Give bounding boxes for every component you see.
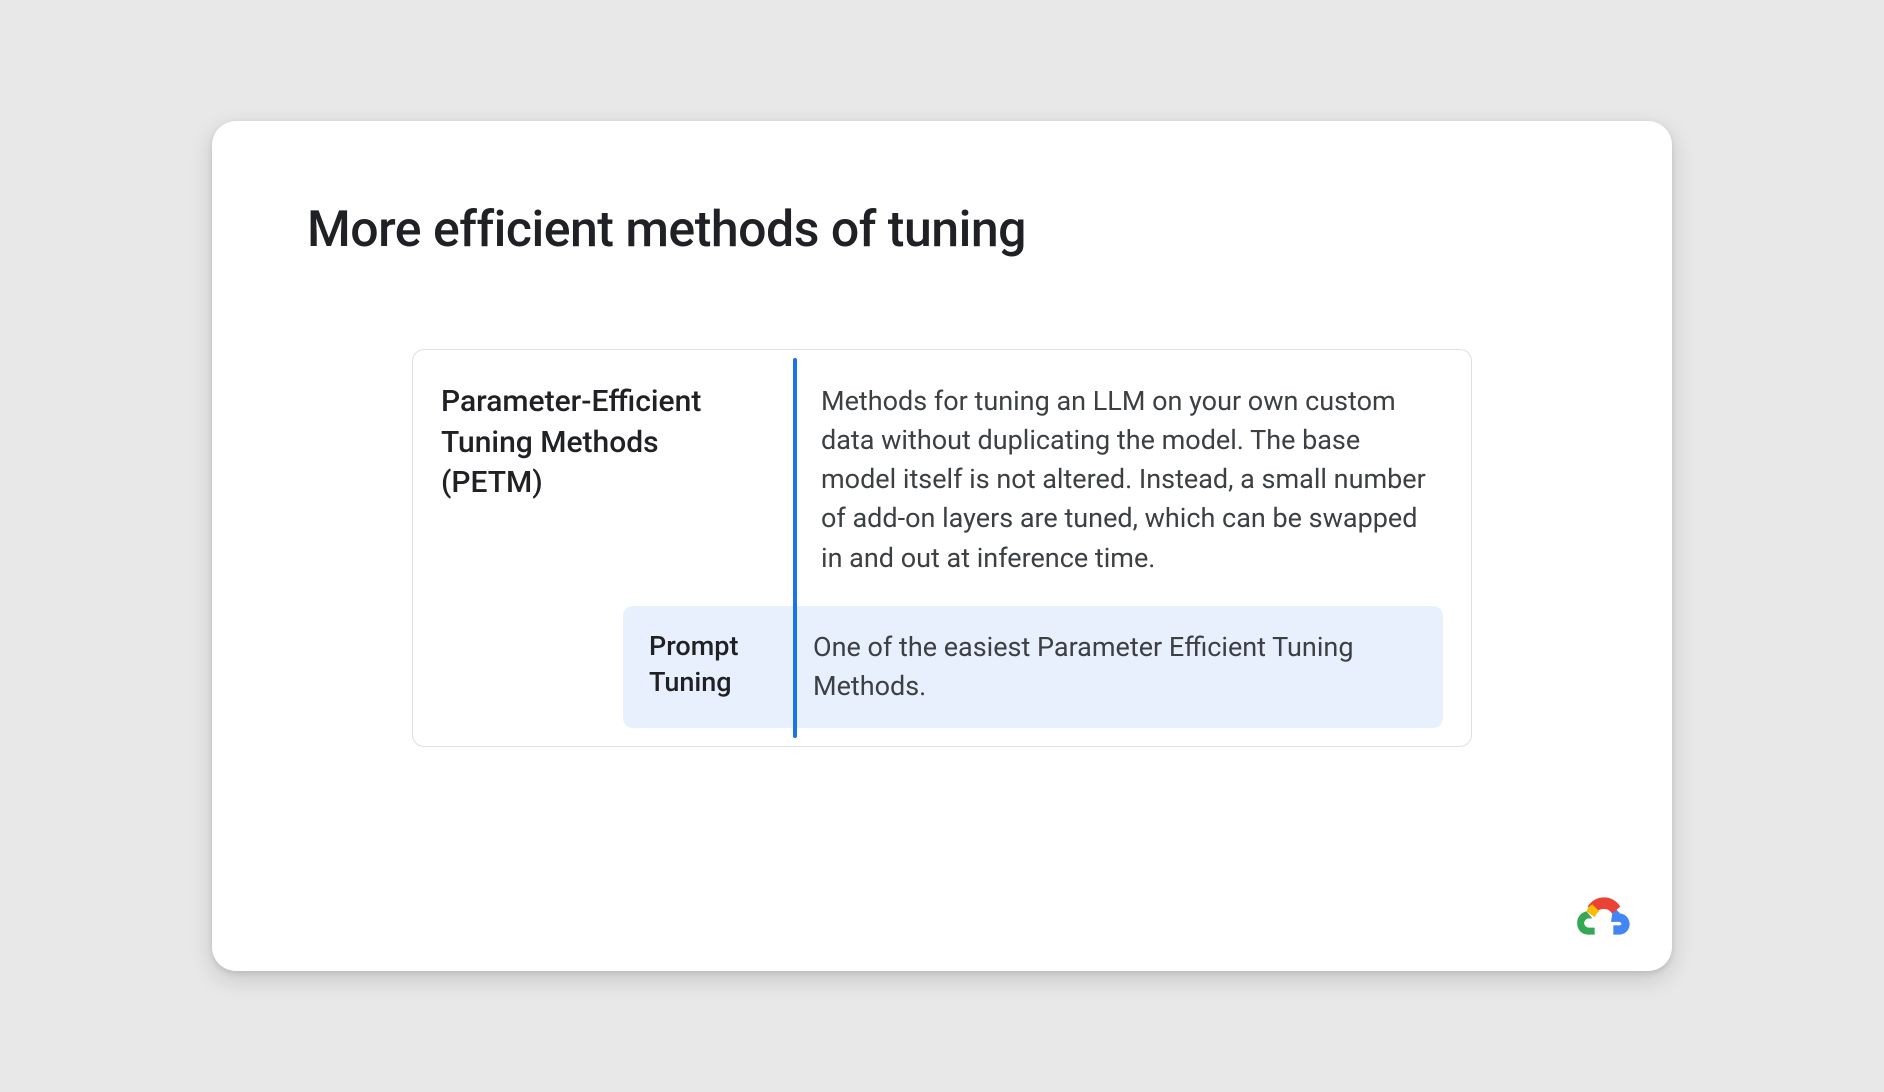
sub-term-description: One of the easiest Parameter Efficient T… (813, 628, 1417, 706)
vertical-divider (793, 358, 797, 738)
sub-term-desc-cell: One of the easiest Parameter Efficient T… (793, 606, 1443, 728)
sub-term-box: Prompt Tuning One of the easiest Paramet… (623, 606, 1443, 728)
slide-card: More efficient methods of tuning Paramet… (212, 121, 1672, 971)
slide-title: More efficient methods of tuning (307, 201, 1577, 259)
main-term-description: Methods for tuning an LLM on your own cu… (821, 382, 1439, 578)
google-cloud-logo-icon (1576, 895, 1632, 941)
content-box: Parameter-Efficient Tuning Methods (PETM… (412, 349, 1472, 747)
sub-term-name-cell: Prompt Tuning (623, 606, 793, 728)
main-term-desc-cell: Methods for tuning an LLM on your own cu… (793, 350, 1471, 606)
main-term-row: Parameter-Efficient Tuning Methods (PETM… (413, 350, 1471, 606)
main-term-name: Parameter-Efficient Tuning Methods (PETM… (441, 382, 765, 504)
main-term-name-cell: Parameter-Efficient Tuning Methods (PETM… (413, 350, 793, 606)
sub-term-name: Prompt Tuning (649, 628, 773, 701)
